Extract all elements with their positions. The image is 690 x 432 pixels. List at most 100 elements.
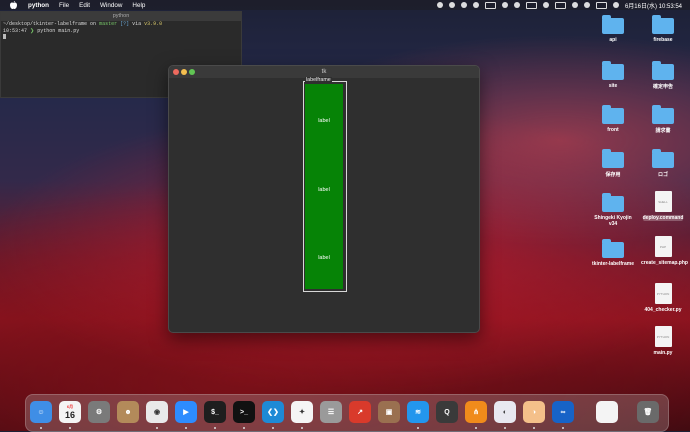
prompt-arrow: ❯	[30, 27, 35, 34]
github-desktop-icon[interactable]: ◐	[494, 401, 516, 423]
status-icon[interactable]	[513, 2, 520, 8]
status-icon[interactable]	[448, 2, 455, 8]
folder-icon	[602, 61, 624, 80]
document-icon[interactable]	[596, 401, 618, 423]
prompt-on: on	[90, 21, 97, 27]
running-indicator	[504, 427, 506, 429]
contacts-icon[interactable]: ☻	[117, 401, 139, 423]
calendar-icon[interactable]: 6月 16	[59, 401, 81, 423]
desktop-folder-firebase[interactable]: firebase	[641, 15, 685, 43]
menubar-clock[interactable]: 6月16日(水) 10:53:54	[625, 1, 682, 10]
window-menu[interactable]: Window	[100, 2, 122, 9]
prompt-time: 10:53:47	[3, 27, 28, 34]
dock: ☺ 6月 16 ⚙ ☻ ◉ ▶ $_ >_ ❮❯ ✦ ☰ ↗ ▣ ≋ Q ⋔ ◐ ◑ ∞ 🗑	[25, 394, 669, 432]
desktop-file-404checker[interactable]: PYTHON 404_checker.py	[641, 283, 685, 313]
input-icon[interactable]	[525, 1, 537, 9]
desktop-folder-site[interactable]: site	[591, 61, 635, 89]
vscode-icon[interactable]: ❮❯	[262, 401, 284, 423]
labelframe: labelframe label label label	[303, 77, 347, 292]
trash-icon[interactable]: 🗑	[637, 401, 659, 423]
quicktime-icon[interactable]: Q	[436, 401, 458, 423]
sourcetree-icon[interactable]: ⋔	[465, 401, 487, 423]
app-menu[interactable]: python	[28, 2, 49, 9]
iterm-icon[interactable]: $_	[204, 401, 226, 423]
status-icon[interactable]	[472, 2, 479, 8]
terminal-title: python	[1, 12, 241, 21]
apple-icon[interactable]	[9, 1, 18, 10]
folder-icon	[652, 149, 674, 168]
help-menu[interactable]: Help	[132, 2, 145, 9]
desktop-folder-front[interactable]: front	[591, 105, 635, 133]
running-indicator	[40, 427, 42, 429]
desktop-folder-logo[interactable]: ロゴ	[641, 149, 685, 178]
file-menu[interactable]: File	[59, 2, 69, 9]
running-indicator	[69, 427, 71, 429]
battery-icon[interactable]	[554, 1, 566, 9]
archive-icon[interactable]: ▣	[378, 401, 400, 423]
siri-icon[interactable]	[612, 2, 619, 8]
desktop-folder-seikyu[interactable]: 請求書	[641, 105, 685, 134]
sequel-icon[interactable]: ☰	[320, 401, 342, 423]
terminal-cursor-line[interactable]	[1, 34, 241, 42]
safari-icon[interactable]: ✦	[291, 401, 313, 423]
running-indicator	[243, 427, 245, 429]
calendar-day: 16	[64, 410, 75, 420]
folder-icon	[652, 61, 674, 80]
docker-icon[interactable]: ≋	[407, 401, 429, 423]
running-indicator	[272, 427, 274, 429]
desktop-file-main[interactable]: PYTHON main.py	[641, 326, 685, 356]
status-icon[interactable]	[436, 2, 443, 8]
folder-icon	[602, 239, 624, 258]
folder-icon	[602, 15, 624, 34]
desktop-folder-kakutei[interactable]: 確定申告	[641, 61, 685, 90]
preview-icon[interactable]: ◑	[523, 401, 545, 423]
infinity-icon[interactable]: ∞	[552, 401, 574, 423]
desktop-folder-shingeki[interactable]: Shingeki Kyojin v34	[591, 193, 635, 227]
prompt-path: ~/desktop/tkinter-labelframe	[3, 21, 88, 27]
label-2: label	[318, 187, 330, 193]
git-status: [?]	[120, 21, 130, 27]
status-icon[interactable]	[460, 2, 467, 8]
control-center-icon[interactable]	[595, 1, 607, 9]
folder-icon	[602, 105, 624, 124]
close-button[interactable]	[173, 69, 179, 75]
desktop-file-deploy[interactable]: SHELL deploy.command	[641, 191, 685, 221]
status-icon[interactable]	[501, 2, 508, 8]
finder-icon[interactable]: ☺	[30, 401, 52, 423]
running-indicator	[562, 427, 564, 429]
zoom-button[interactable]	[189, 69, 195, 75]
minimize-button[interactable]	[181, 69, 187, 75]
edit-menu[interactable]: Edit	[79, 2, 90, 9]
python-version: v3.9.0	[144, 21, 163, 27]
tk-window-title: tk	[321, 69, 327, 75]
label-1: label	[318, 118, 330, 124]
branch-name: master	[99, 21, 118, 27]
folder-icon	[652, 105, 674, 124]
wifi-icon[interactable]	[571, 2, 578, 8]
labelframe-title: labelframe	[305, 77, 332, 84]
system-preferences-icon[interactable]: ⚙	[88, 401, 110, 423]
desktop-folder-tkinter[interactable]: tkinter-labelframe	[591, 239, 635, 267]
activity-icon[interactable]: ↗	[349, 401, 371, 423]
folder-icon	[602, 193, 624, 212]
menu-bar: python File Edit Window Help 6月16日(水) 10…	[0, 0, 690, 10]
chrome-icon[interactable]: ◉	[146, 401, 168, 423]
desktop-folder-api[interactable]: api	[591, 15, 635, 43]
terminal-icon[interactable]: >_	[233, 401, 255, 423]
running-indicator	[185, 427, 187, 429]
desktop-file-sitemap[interactable]: PHP create_sitemap.php	[641, 236, 688, 266]
labelframe-content: label label label	[305, 84, 343, 289]
status-area: 6月16日(水) 10:53:54	[436, 0, 682, 10]
search-icon[interactable]	[583, 2, 590, 8]
label-3: label	[318, 255, 330, 261]
terminal-cursor	[3, 34, 6, 39]
bluetooth-icon[interactable]	[542, 2, 549, 8]
php-file-icon: PHP	[654, 236, 672, 257]
tk-window: tk labelframe label label label	[168, 65, 480, 333]
zoom-icon[interactable]: ▶	[175, 401, 197, 423]
desktop-folder-hozon[interactable]: 保存用	[591, 149, 635, 178]
running-indicator	[156, 427, 158, 429]
shell-file-icon: SHELL	[654, 191, 672, 212]
cloud-icon[interactable]	[484, 1, 496, 9]
python-file-icon: PYTHON	[654, 283, 672, 304]
